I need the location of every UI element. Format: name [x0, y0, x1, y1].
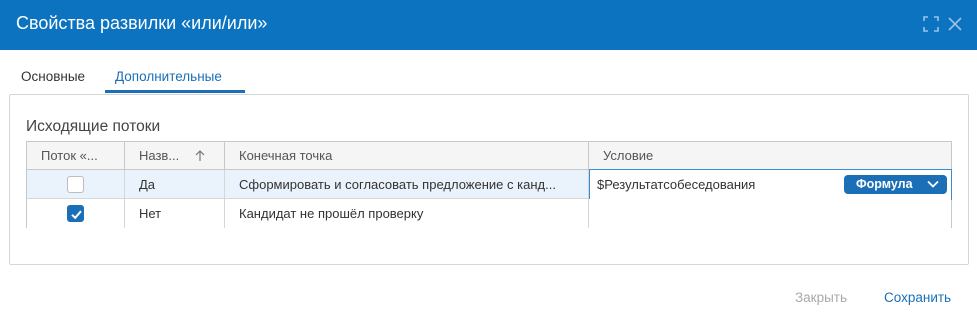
condition-input[interactable]: [597, 170, 837, 199]
outgoing-flows-table: Поток «... Назв... Конечная точка Услови…: [26, 141, 952, 228]
section-title: Исходящие потоки: [26, 118, 161, 135]
flow-cell: [27, 199, 125, 228]
close-icon[interactable]: [946, 15, 964, 33]
name-cell: Да: [125, 170, 225, 199]
flow-cell: [27, 170, 125, 199]
column-header-name[interactable]: Назв...: [125, 142, 225, 169]
formula-label: Формула: [856, 177, 913, 191]
table-row[interactable]: Да Сформировать и согласовать предложени…: [27, 169, 952, 200]
condition-editor: Формула: [589, 169, 952, 200]
tab-basic[interactable]: Основные: [21, 69, 85, 84]
close-button[interactable]: Закрыть: [795, 290, 847, 305]
table-header: Поток «... Назв... Конечная точка Услови…: [27, 142, 951, 170]
column-header-condition[interactable]: Условие: [589, 142, 951, 169]
chevron-down-icon: [927, 180, 939, 188]
endpoint-cell: Кандидат не прошёл проверку: [225, 199, 589, 228]
tab-bar: Основные Дополнительные: [0, 62, 977, 94]
dialog-title: Свойства развилки «или/или»: [16, 13, 268, 33]
checkmark-icon: [71, 210, 82, 220]
flow-checkbox[interactable]: [67, 205, 84, 222]
condition-cell[interactable]: [589, 199, 951, 228]
additional-panel: Исходящие потоки Поток «... Назв... Коне…: [9, 94, 969, 265]
column-header-endpoint[interactable]: Конечная точка: [225, 142, 589, 169]
table-row[interactable]: Нет Кандидат не прошёл проверку: [27, 199, 951, 228]
tab-additional[interactable]: Дополнительные: [115, 69, 222, 84]
arrow-up-icon: [195, 150, 205, 161]
formula-dropdown-button[interactable]: Формула: [844, 175, 947, 194]
title-bar: Свойства развилки «или/или»: [0, 0, 977, 50]
active-tab-indicator: [105, 90, 245, 93]
column-header-name-label: Назв...: [139, 148, 180, 163]
flow-checkbox[interactable]: [67, 176, 84, 193]
endpoint-cell: Сформировать и согласовать предложение с…: [225, 170, 589, 199]
save-button[interactable]: Сохранить: [884, 290, 951, 305]
maximize-icon[interactable]: [922, 15, 940, 33]
name-cell: Нет: [125, 199, 225, 228]
column-header-flow[interactable]: Поток «...: [27, 142, 125, 169]
